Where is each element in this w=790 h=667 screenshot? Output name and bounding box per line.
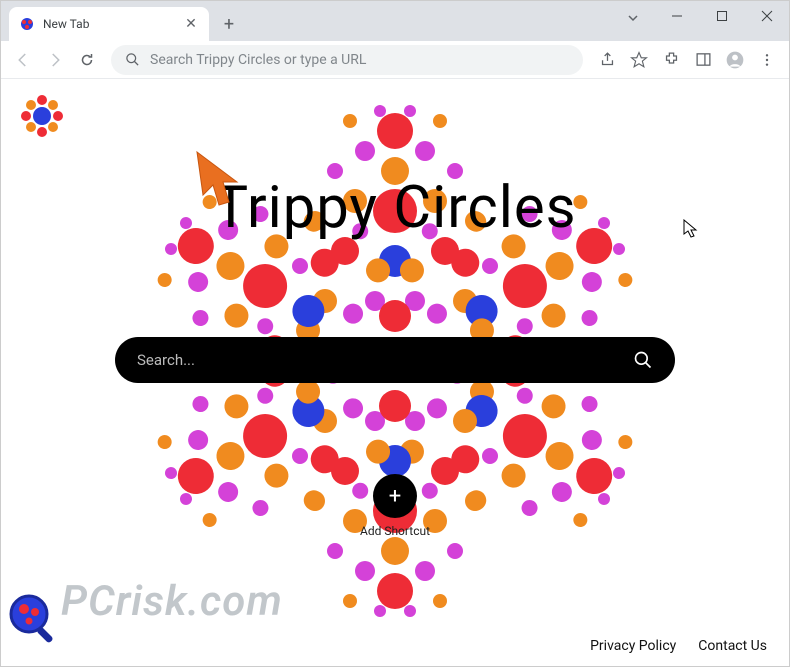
back-button[interactable] <box>9 46 37 74</box>
browser-toolbar: Search Trippy Circles or type a URL <box>1 41 789 79</box>
profile-avatar-icon[interactable] <box>721 46 749 74</box>
footer-links: Privacy Policy Contact Us <box>590 638 767 654</box>
site-mini-logo-icon <box>17 91 67 141</box>
tab-dropdown-icon[interactable] <box>627 9 639 28</box>
window-minimize-button[interactable] <box>654 1 699 31</box>
side-panel-icon[interactable] <box>689 46 717 74</box>
annotation-arrow-icon <box>187 147 247 211</box>
browser-tab[interactable]: New Tab ✕ <box>9 7 209 41</box>
reload-button[interactable] <box>73 46 101 74</box>
page-content: Trippy Circles + Add Shortcut PCrisk.com… <box>1 79 789 666</box>
main-search-bar[interactable] <box>115 337 675 383</box>
window-close-button[interactable] <box>744 1 789 31</box>
plus-icon: + <box>373 474 417 518</box>
window-titlebar: New Tab ✕ + <box>1 1 789 41</box>
tab-favicon-icon <box>19 16 35 32</box>
tab-title: New Tab <box>43 17 175 31</box>
tab-close-icon[interactable]: ✕ <box>183 16 199 32</box>
watermark-magnifier-icon <box>7 592 61 646</box>
page-title: Trippy Circles <box>1 174 789 242</box>
add-shortcut-label: Add Shortcut <box>360 524 430 538</box>
menu-dots-icon[interactable] <box>753 46 781 74</box>
contact-us-link[interactable]: Contact Us <box>698 638 767 654</box>
address-bar-placeholder: Search Trippy Circles or type a URL <box>150 52 366 68</box>
add-shortcut-button[interactable]: + Add Shortcut <box>360 474 430 538</box>
new-tab-button[interactable]: + <box>215 10 243 38</box>
extensions-icon[interactable] <box>657 46 685 74</box>
window-controls <box>654 1 789 31</box>
search-input[interactable] <box>137 351 633 369</box>
bookmark-star-icon[interactable] <box>625 46 653 74</box>
mouse-cursor-icon <box>683 219 699 243</box>
watermark-text: PCrisk.com <box>61 577 283 626</box>
window-maximize-button[interactable] <box>699 1 744 31</box>
forward-button[interactable] <box>41 46 69 74</box>
search-submit-icon[interactable] <box>633 350 653 370</box>
search-icon <box>125 52 140 67</box>
address-bar[interactable]: Search Trippy Circles or type a URL <box>111 45 583 75</box>
privacy-policy-link[interactable]: Privacy Policy <box>590 638 676 654</box>
share-icon[interactable] <box>593 46 621 74</box>
